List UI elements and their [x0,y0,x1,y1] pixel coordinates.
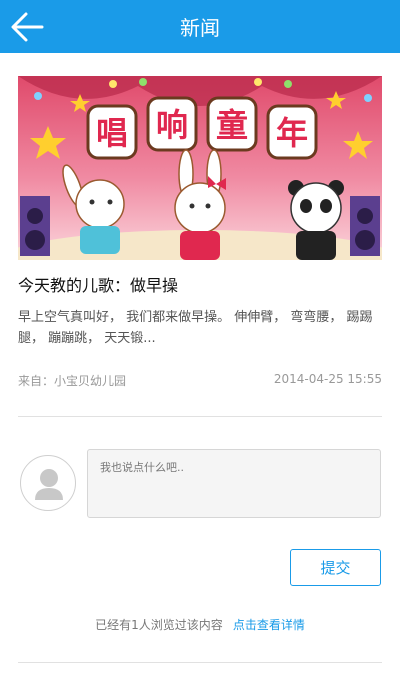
article-banner-image: 唱 响 童 年 [18,76,382,260]
views-count-text: 已经有1人浏览过该内容 [95,618,223,632]
banner-title-char-2: 响 [156,106,188,144]
article-source: 来自：小宝贝幼儿园 [18,374,127,388]
top-app-bar: 新闻 [0,0,400,53]
article-summary: 早上空气真叫好， 我们都来做早操。 伸伸臂， 弯弯腰， 踢踢腿， 蹦蹦跳， 天天… [18,310,373,346]
panda-illustration [288,180,344,260]
view-details-link[interactable]: 点击查看详情 [233,618,305,632]
submit-button[interactable]: 提交 [290,549,381,586]
comment-input[interactable] [87,449,381,518]
divider [18,662,382,663]
default-user-avatar-icon [35,469,63,500]
page-title: 新闻 [180,16,220,40]
user-avatar [20,455,76,511]
views-info: 已经有1人浏览过该内容 点击查看详情 [0,616,400,633]
article-date: 2014-04-25 15:55 [273,372,382,386]
article-title[interactable]: 今天教的儿歌：做早操 [18,272,178,296]
banner-title-char-3: 童 [216,106,248,144]
divider [18,416,382,417]
banner-title-char-1: 唱 [96,114,128,152]
banner-title-char-4: 年 [276,114,308,152]
